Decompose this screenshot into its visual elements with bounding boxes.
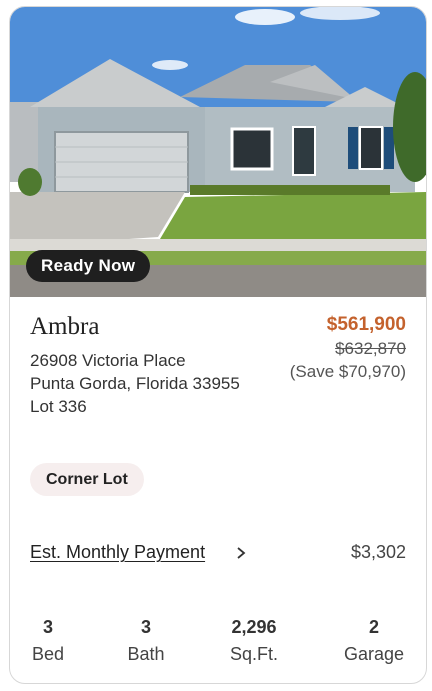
stat-beds-value: 3 (42, 617, 53, 637)
house-photo[interactable]: Ready Now (10, 7, 426, 297)
address-street: 26908 Victoria Place (30, 351, 186, 370)
monthly-payment-value: $3,302 (350, 542, 406, 562)
status-badge: Ready Now (26, 250, 151, 282)
listing-card[interactable]: Ready Now Ambra 26908 Victoria Place Pun… (9, 6, 427, 684)
stat-sqft-value: 2,296 (231, 617, 277, 637)
original-price: $632,870 (335, 339, 406, 358)
monthly-payment-link[interactable]: Est. Monthly Payment (30, 542, 205, 563)
savings-amount: (Save $70,970) (289, 362, 406, 381)
stat-garage: 2 Garage (334, 615, 414, 669)
stat-beds-label: Bed (31, 644, 65, 664)
stat-baths-value: 3 (140, 617, 151, 637)
stat-sqft: 2,296 Sq.Ft. (214, 615, 294, 669)
model-name[interactable]: Ambra (30, 313, 99, 341)
stat-garage-value: 2 (368, 617, 379, 637)
lot-number: Lot 336 (30, 397, 87, 416)
price-block: $561,900 $632,870 (Save $70,970) (290, 313, 406, 383)
stat-baths: 3 Bath (106, 615, 186, 669)
chevron-right-icon[interactable] (234, 545, 248, 561)
address-block: 26908 Victoria Place Punta Gorda, Florid… (30, 349, 240, 418)
feature-tag: Corner Lot (30, 463, 144, 496)
stat-beds: 3 Bed (10, 615, 88, 669)
stat-baths-label: Bath (127, 644, 165, 664)
current-price: $561,900 (326, 314, 406, 335)
address-city: Punta Gorda, Florida 33955 (30, 374, 240, 393)
stat-sqft-label: Sq.Ft. (229, 644, 278, 664)
stat-garage-label: Garage (343, 644, 405, 664)
